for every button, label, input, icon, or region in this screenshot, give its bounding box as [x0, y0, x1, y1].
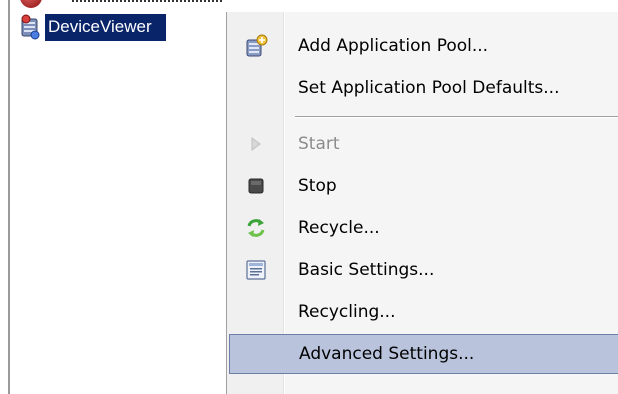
recycle-icon — [229, 208, 283, 248]
menu-item-label: Start — [298, 134, 340, 154]
screen: DeviceViewer Add Application Pool... Set… — [0, 0, 618, 394]
menu-item-label: Add Application Pool... — [298, 36, 489, 56]
menu-item-recycling[interactable]: Recycling... — [229, 292, 618, 332]
context-menu: Add Application Pool... Set Application … — [226, 12, 618, 394]
menu-separator-highlight — [295, 117, 618, 118]
menu-item-label: Stop — [298, 176, 337, 196]
menu-item-icon-empty — [229, 68, 283, 108]
menu-item-basic-settings[interactable]: Basic Settings... — [229, 250, 618, 290]
tree-border — [8, 0, 10, 394]
tree-item-label: DeviceViewer — [45, 13, 166, 41]
tree-item-deviceviewer[interactable]: DeviceViewer — [18, 12, 166, 42]
menu-item-label: Advanced Settings... — [299, 344, 475, 364]
tree-row-partial[interactable] — [12, 0, 612, 8]
menu-item-label: Recycling... — [298, 302, 396, 322]
add-app-pool-icon — [229, 26, 283, 66]
menu-item-icon-empty — [229, 292, 283, 332]
menu-item-icon-empty — [230, 334, 284, 374]
menu-item-label: Basic Settings... — [298, 260, 435, 280]
menu-item-label: Set Application Pool Defaults... — [298, 78, 560, 98]
menu-item-label: Recycle... — [298, 218, 380, 238]
menu-item-start[interactable]: Start — [229, 124, 618, 164]
play-icon — [229, 124, 283, 164]
tree-row-partial-text — [72, 0, 222, 2]
menu-item-recycle[interactable]: Recycle... — [229, 208, 618, 248]
menu-item-advanced-settings[interactable]: Advanced Settings... — [229, 334, 618, 374]
menu-item-set-app-pool-defaults[interactable]: Set Application Pool Defaults... — [229, 68, 618, 108]
app-pool-icon — [18, 14, 44, 40]
stop-icon — [229, 166, 283, 206]
settings-doc-icon — [229, 250, 283, 290]
menu-item-stop[interactable]: Stop — [229, 166, 618, 206]
menu-item-add-application-pool[interactable]: Add Application Pool... — [229, 26, 618, 66]
app-pool-icon — [20, 0, 42, 8]
